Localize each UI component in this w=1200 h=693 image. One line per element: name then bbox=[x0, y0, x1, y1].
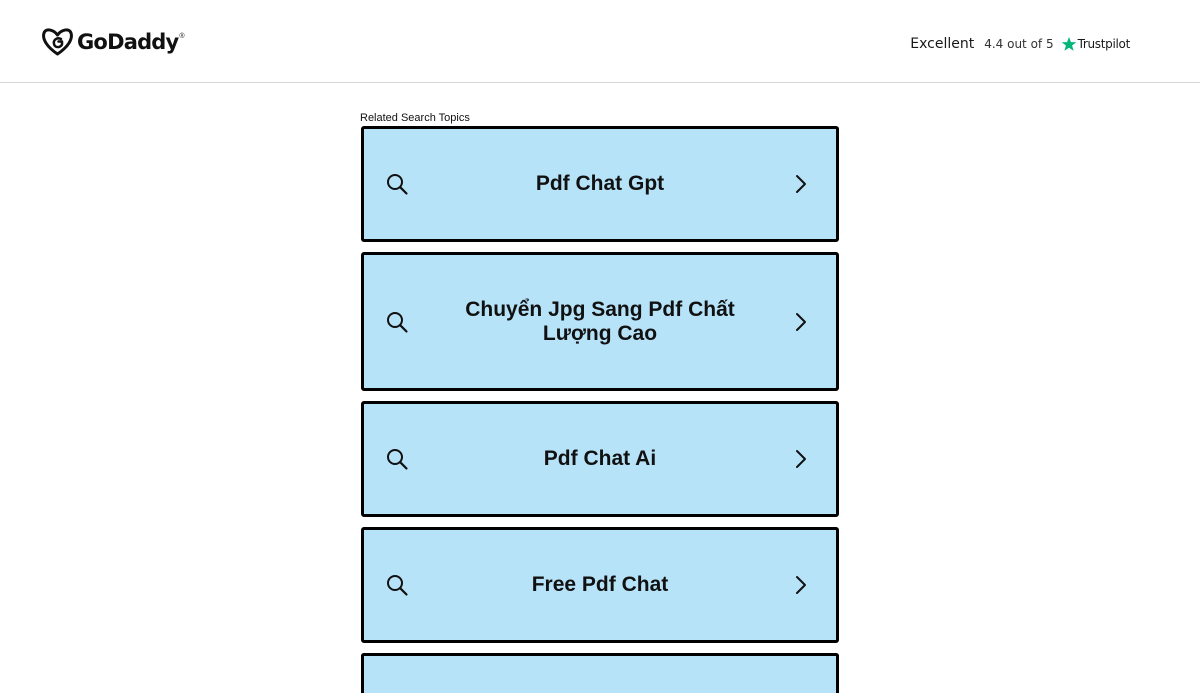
related-topics-list: Pdf Chat Gpt Chuyển Jpg Sang Pdf Chất Lư… bbox=[361, 126, 839, 693]
related-topic-link[interactable]: Chuyển Jpg Sang Pdf Chất Lượng Cao bbox=[361, 252, 839, 391]
search-icon bbox=[387, 311, 408, 333]
related-topic-link[interactable]: Pdf Chat Gpt bbox=[361, 126, 839, 242]
logo-wordmark: GoDaddy bbox=[77, 30, 179, 54]
related-topic-link[interactable] bbox=[361, 653, 839, 693]
godaddy-logo-icon bbox=[42, 28, 73, 56]
trustpilot-rating-word: Excellent bbox=[910, 36, 975, 52]
related-topic-label: Free Pdf Chat bbox=[531, 573, 669, 596]
godaddy-logo-link[interactable]: GoDaddy ® bbox=[42, 27, 185, 57]
chevron-right-icon bbox=[796, 576, 806, 594]
trustpilot-star-icon bbox=[1061, 37, 1076, 51]
related-topic-link[interactable]: Free Pdf Chat bbox=[361, 527, 839, 643]
trustpilot-score: 4.4 out of 5 bbox=[984, 37, 1054, 51]
search-icon bbox=[387, 174, 408, 195]
site-header: GoDaddy ® Excellent 4.4 out of 5 Trustpi… bbox=[0, 0, 1200, 83]
trustpilot-brand: Trustpilot bbox=[1077, 37, 1131, 51]
search-icon bbox=[387, 575, 408, 596]
related-topic-label: Pdf Chat Gpt bbox=[535, 172, 665, 195]
search-icon bbox=[387, 449, 408, 470]
trustpilot-rating-link[interactable]: Excellent 4.4 out of 5 Trustpilot bbox=[910, 34, 1130, 54]
chevron-right-icon bbox=[796, 175, 806, 193]
logo-trademark: ® bbox=[179, 33, 185, 40]
chevron-right-icon bbox=[796, 312, 806, 331]
related-search-heading: Related Search Topics bbox=[360, 112, 470, 124]
related-topic-label: Chuyển Jpg Sang Pdf Chất Lượng Cao bbox=[465, 297, 735, 345]
related-topic-link[interactable]: Pdf Chat Ai bbox=[361, 401, 839, 517]
chevron-right-icon bbox=[796, 450, 806, 468]
related-topic-label: Pdf Chat Ai bbox=[543, 447, 657, 470]
